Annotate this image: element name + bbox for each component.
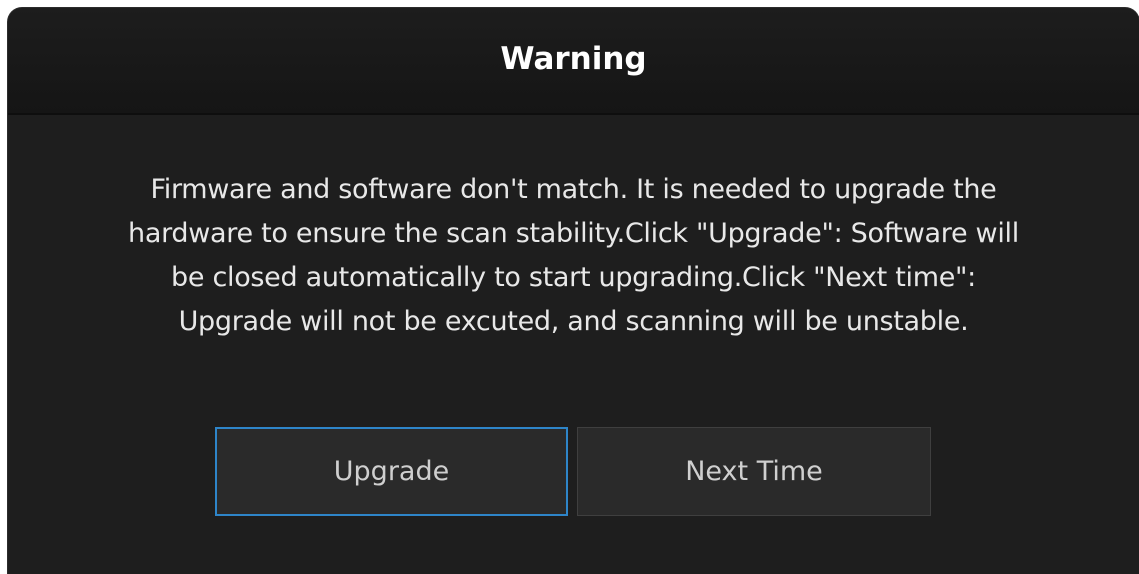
dialog-title: Warning bbox=[500, 40, 647, 77]
next-time-button[interactable]: Next Time bbox=[577, 427, 931, 516]
warning-dialog: Warning Firmware and software don't matc… bbox=[8, 8, 1139, 574]
upgrade-button[interactable]: Upgrade bbox=[215, 427, 568, 516]
dialog-title-bar: Warning bbox=[8, 8, 1139, 115]
dialog-message: Firmware and software don't match. It is… bbox=[128, 174, 1019, 337]
